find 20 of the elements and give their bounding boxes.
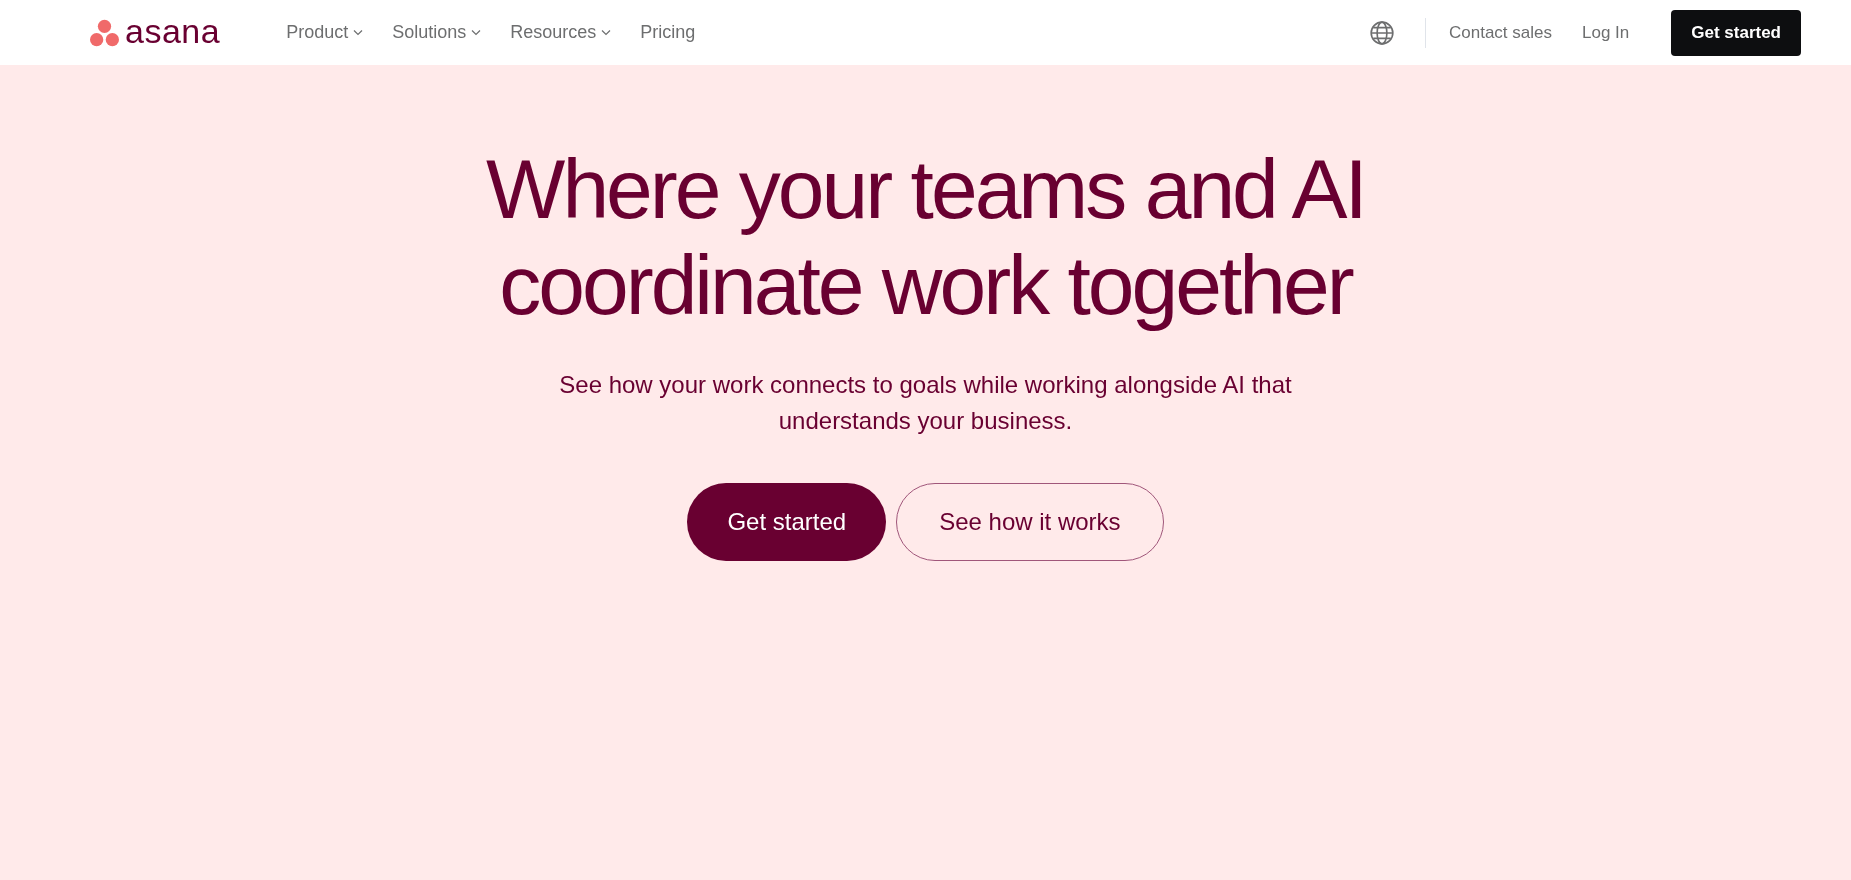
nav-link[interactable]: Pricing — [640, 22, 696, 43]
logo-dots-icon — [90, 18, 119, 47]
nav-link[interactable]: Product — [286, 22, 364, 43]
subtitle: See how your work connects to goals while working alongside AI that understands your business. — [558, 370, 1293, 436]
chevron-down-icon — [353, 29, 364, 36]
chevron-down-icon — [601, 29, 612, 36]
headline: Where your teams and AI — [486, 141, 1365, 237]
nav-link[interactable]: Log In — [1582, 22, 1630, 43]
chevron-down-icon — [471, 29, 482, 36]
headline: coordinate work together — [499, 237, 1352, 333]
nav-link[interactable]: Solutions — [392, 22, 482, 43]
get-started-button[interactable]: Get started — [1671, 9, 1801, 56]
nav-link[interactable]: Resources — [510, 22, 612, 43]
get-started-button[interactable]: Get started — [687, 483, 887, 561]
language-button[interactable] — [1369, 19, 1395, 46]
logo-link[interactable]: asana — [90, 13, 221, 52]
nav-link[interactable]: Contact sales — [1449, 22, 1552, 43]
logo-text: asana — [125, 13, 221, 52]
globe-icon — [1369, 19, 1395, 46]
see-how-it-works-button[interactable]: See how it works — [896, 483, 1164, 561]
